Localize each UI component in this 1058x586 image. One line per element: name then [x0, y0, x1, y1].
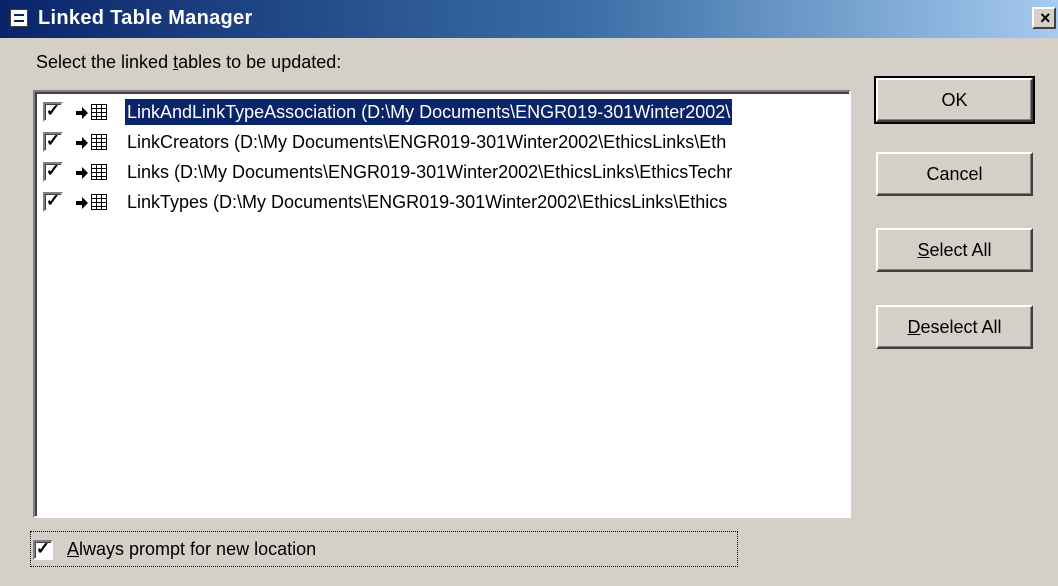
instruction-prefix: Select the linked — [36, 52, 174, 72]
linked-table-manager-dialog: Linked Table Manager × Select the linked… — [0, 0, 1058, 586]
instruction-suffix: ables to be updated: — [178, 52, 342, 72]
linked-tables-list[interactable]: ✓ LinkAndLinkTypeAssociation (D:\My Docu… — [33, 90, 851, 518]
form-icon — [10, 9, 28, 27]
close-button[interactable]: × — [1032, 7, 1056, 29]
table-icon — [91, 194, 107, 210]
deselect-all-label: eselect All — [920, 317, 1002, 337]
cancel-button[interactable]: Cancel — [876, 152, 1033, 196]
instruction-label: Select the linked tables to be updated: — [36, 50, 341, 74]
select-all-mnemonic: S — [917, 240, 930, 260]
table-checkbox[interactable]: ✓ — [43, 192, 63, 212]
list-item[interactable]: ✓ LinkAndLinkTypeAssociation (D:\My Docu… — [37, 98, 849, 128]
always-prompt-checkbox[interactable]: ✓ — [33, 540, 53, 560]
always-prompt-label[interactable]: Always prompt for new location — [67, 537, 316, 561]
list-item[interactable]: ✓ LinkTypes (D:\My Documents\ENGR019-301… — [37, 188, 849, 218]
table-checkbox[interactable]: ✓ — [43, 102, 63, 122]
deselect-all-mnemonic: D — [907, 317, 921, 337]
select-all-button[interactable]: Select All — [876, 228, 1033, 272]
table-icon — [91, 104, 107, 120]
ok-button[interactable]: OK — [874, 76, 1035, 124]
table-name-path: LinkAndLinkTypeAssociation (D:\My Docume… — [125, 99, 733, 125]
table-checkbox[interactable]: ✓ — [43, 162, 63, 182]
deselect-all-button[interactable]: Deselect All — [876, 305, 1033, 349]
title-bar[interactable]: Linked Table Manager × — [0, 0, 1058, 38]
table-name-path: Links (D:\My Documents\ENGR019-301Winter… — [127, 162, 733, 182]
list-inner: ✓ LinkAndLinkTypeAssociation (D:\My Docu… — [35, 92, 849, 516]
list-item[interactable]: ✓ Links (D:\My Documents\ENGR019-301Wint… — [37, 158, 849, 188]
table-name-path: LinkCreators (D:\My Documents\ENGR019-30… — [127, 132, 727, 152]
table-icon — [91, 134, 107, 150]
always-prompt-mnemonic: A — [67, 539, 80, 559]
table-checkbox[interactable]: ✓ — [43, 132, 63, 152]
always-prompt-option[interactable]: ✓ Always prompt for new location — [30, 531, 738, 567]
list-item[interactable]: ✓ LinkCreators (D:\My Documents\ENGR019-… — [37, 128, 849, 158]
always-prompt-text: lways prompt for new location — [79, 539, 317, 559]
table-name-path: LinkTypes (D:\My Documents\ENGR019-301Wi… — [127, 192, 728, 212]
table-icon — [91, 164, 107, 180]
select-all-label: elect All — [929, 240, 992, 260]
window-title: Linked Table Manager — [38, 7, 253, 29]
